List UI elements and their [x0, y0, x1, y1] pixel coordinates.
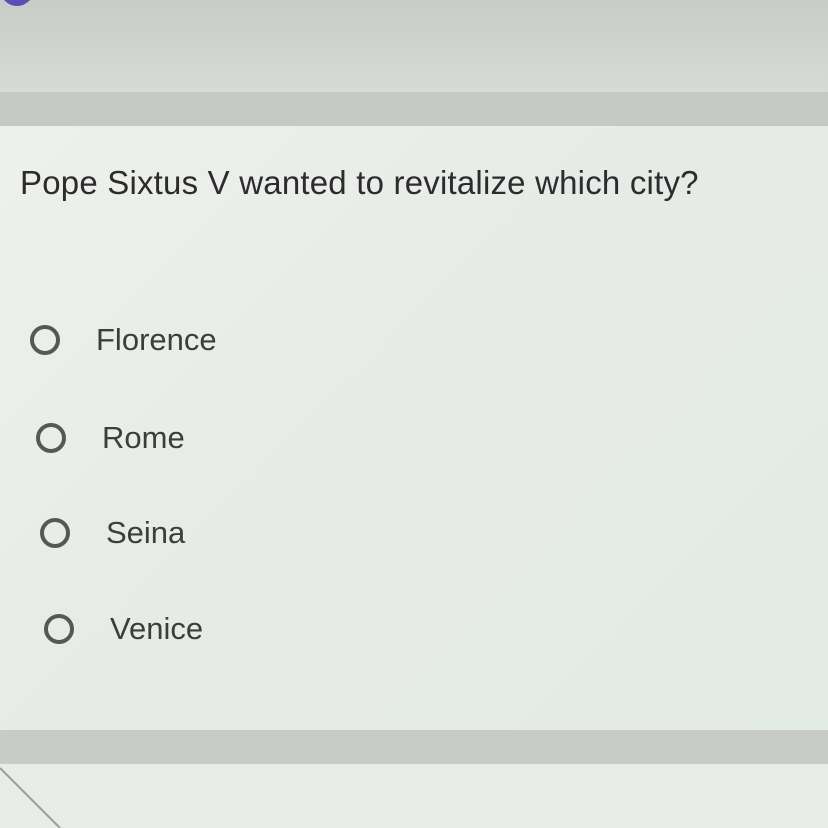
section-divider — [0, 730, 828, 764]
option-label: Florence — [96, 322, 217, 357]
option-venice[interactable]: Venice — [44, 611, 203, 647]
option-seina[interactable]: Seina — [40, 515, 185, 551]
option-rome[interactable]: Rome — [36, 420, 185, 456]
option-label: Rome — [102, 420, 185, 455]
answer-options: Florence Rome Seina Venice — [0, 0, 828, 828]
radio-button[interactable] — [44, 614, 74, 644]
radio-button[interactable] — [36, 423, 66, 453]
radio-button[interactable] — [30, 325, 60, 355]
radio-button[interactable] — [40, 518, 70, 548]
card-edge-line — [0, 767, 61, 828]
option-label: Seina — [106, 515, 186, 550]
option-label: Venice — [110, 611, 204, 646]
option-florence[interactable]: Florence — [30, 322, 217, 358]
